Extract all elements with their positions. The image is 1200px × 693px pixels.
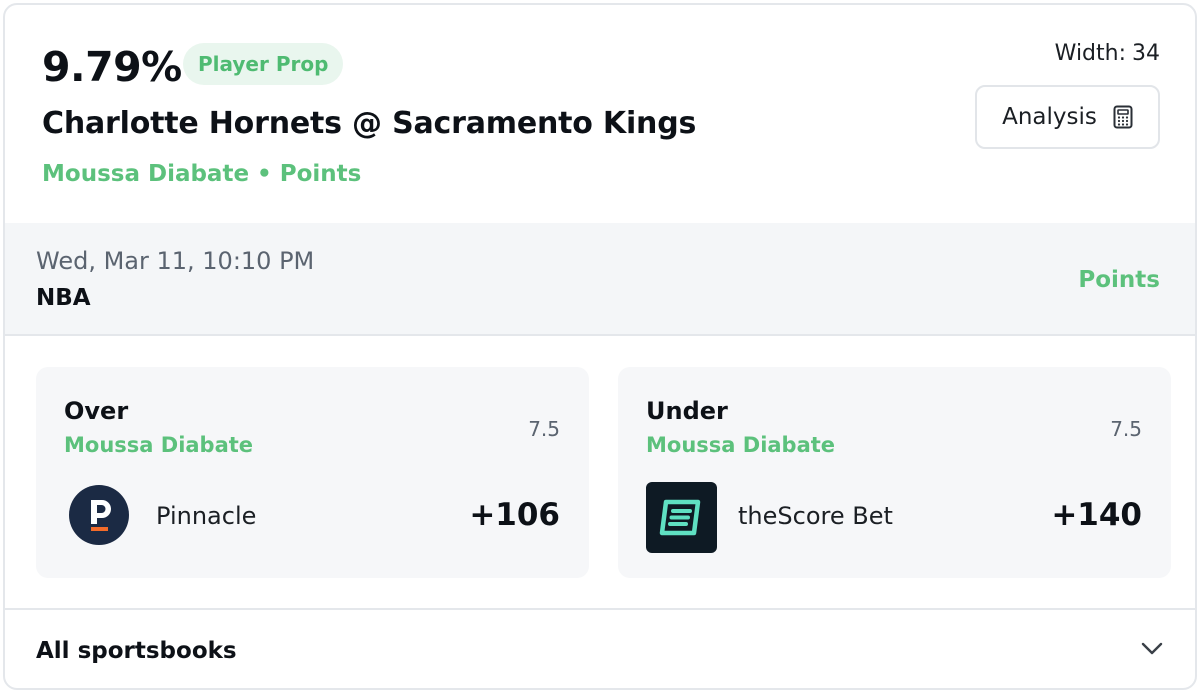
- subtitle-separator: •: [257, 161, 272, 187]
- prop-subtitle: Moussa Diabate • Points: [42, 161, 361, 187]
- game-info-bar: Wed, Mar 11, 10:10 PM NBA Points: [5, 223, 1195, 336]
- card-header: 9.79% Player Prop Charlotte Hornets @ Sa…: [5, 5, 1195, 223]
- offer-player: Moussa Diabate: [646, 433, 836, 457]
- prop-player: Moussa Diabate: [42, 161, 250, 187]
- matchup-title: Charlotte Hornets @ Sacramento Kings: [42, 106, 697, 141]
- width-value: 34: [1132, 41, 1160, 66]
- market-label: Points: [1078, 267, 1160, 293]
- sportsbook-name: theScore Bet: [738, 502, 893, 530]
- offer-player: Moussa Diabate: [64, 433, 254, 457]
- width-label: Width:: [1054, 41, 1126, 66]
- analysis-button-label: Analysis: [1002, 104, 1097, 130]
- edge-percentage: 9.79%: [42, 43, 182, 91]
- player-prop-badge: Player Prop: [183, 43, 344, 85]
- prop-card: 9.79% Player Prop Charlotte Hornets @ Sa…: [3, 3, 1197, 690]
- offer-side: Over: [64, 397, 129, 425]
- offer-over[interactable]: Over Moussa Diabate 7.5 Pinnacle +106: [36, 367, 589, 578]
- all-sportsbooks-label: All sportsbooks: [36, 638, 237, 664]
- prop-market: Points: [279, 161, 362, 187]
- offer-line: 7.5: [1110, 417, 1142, 441]
- width-indicator: Width: 34: [1055, 41, 1160, 66]
- sportsbook-name: Pinnacle: [156, 502, 257, 530]
- offer-under[interactable]: Under Moussa Diabate 7.5 theScore Bet +1…: [618, 367, 1171, 578]
- offer-line: 7.5: [528, 417, 560, 441]
- calculator-icon: [1113, 105, 1133, 129]
- offer-odds: +140: [1051, 497, 1142, 533]
- all-sportsbooks-toggle[interactable]: All sportsbooks: [5, 608, 1195, 688]
- offer-side: Under: [646, 397, 728, 425]
- offer-odds: +106: [469, 497, 560, 533]
- thescore-bet-logo: [646, 482, 717, 553]
- analysis-button[interactable]: Analysis: [975, 85, 1160, 149]
- pinnacle-logo: [69, 485, 129, 545]
- league-label: NBA: [36, 285, 91, 311]
- chevron-down-icon[interactable]: [1141, 642, 1163, 656]
- game-datetime: Wed, Mar 11, 10:10 PM: [36, 247, 315, 275]
